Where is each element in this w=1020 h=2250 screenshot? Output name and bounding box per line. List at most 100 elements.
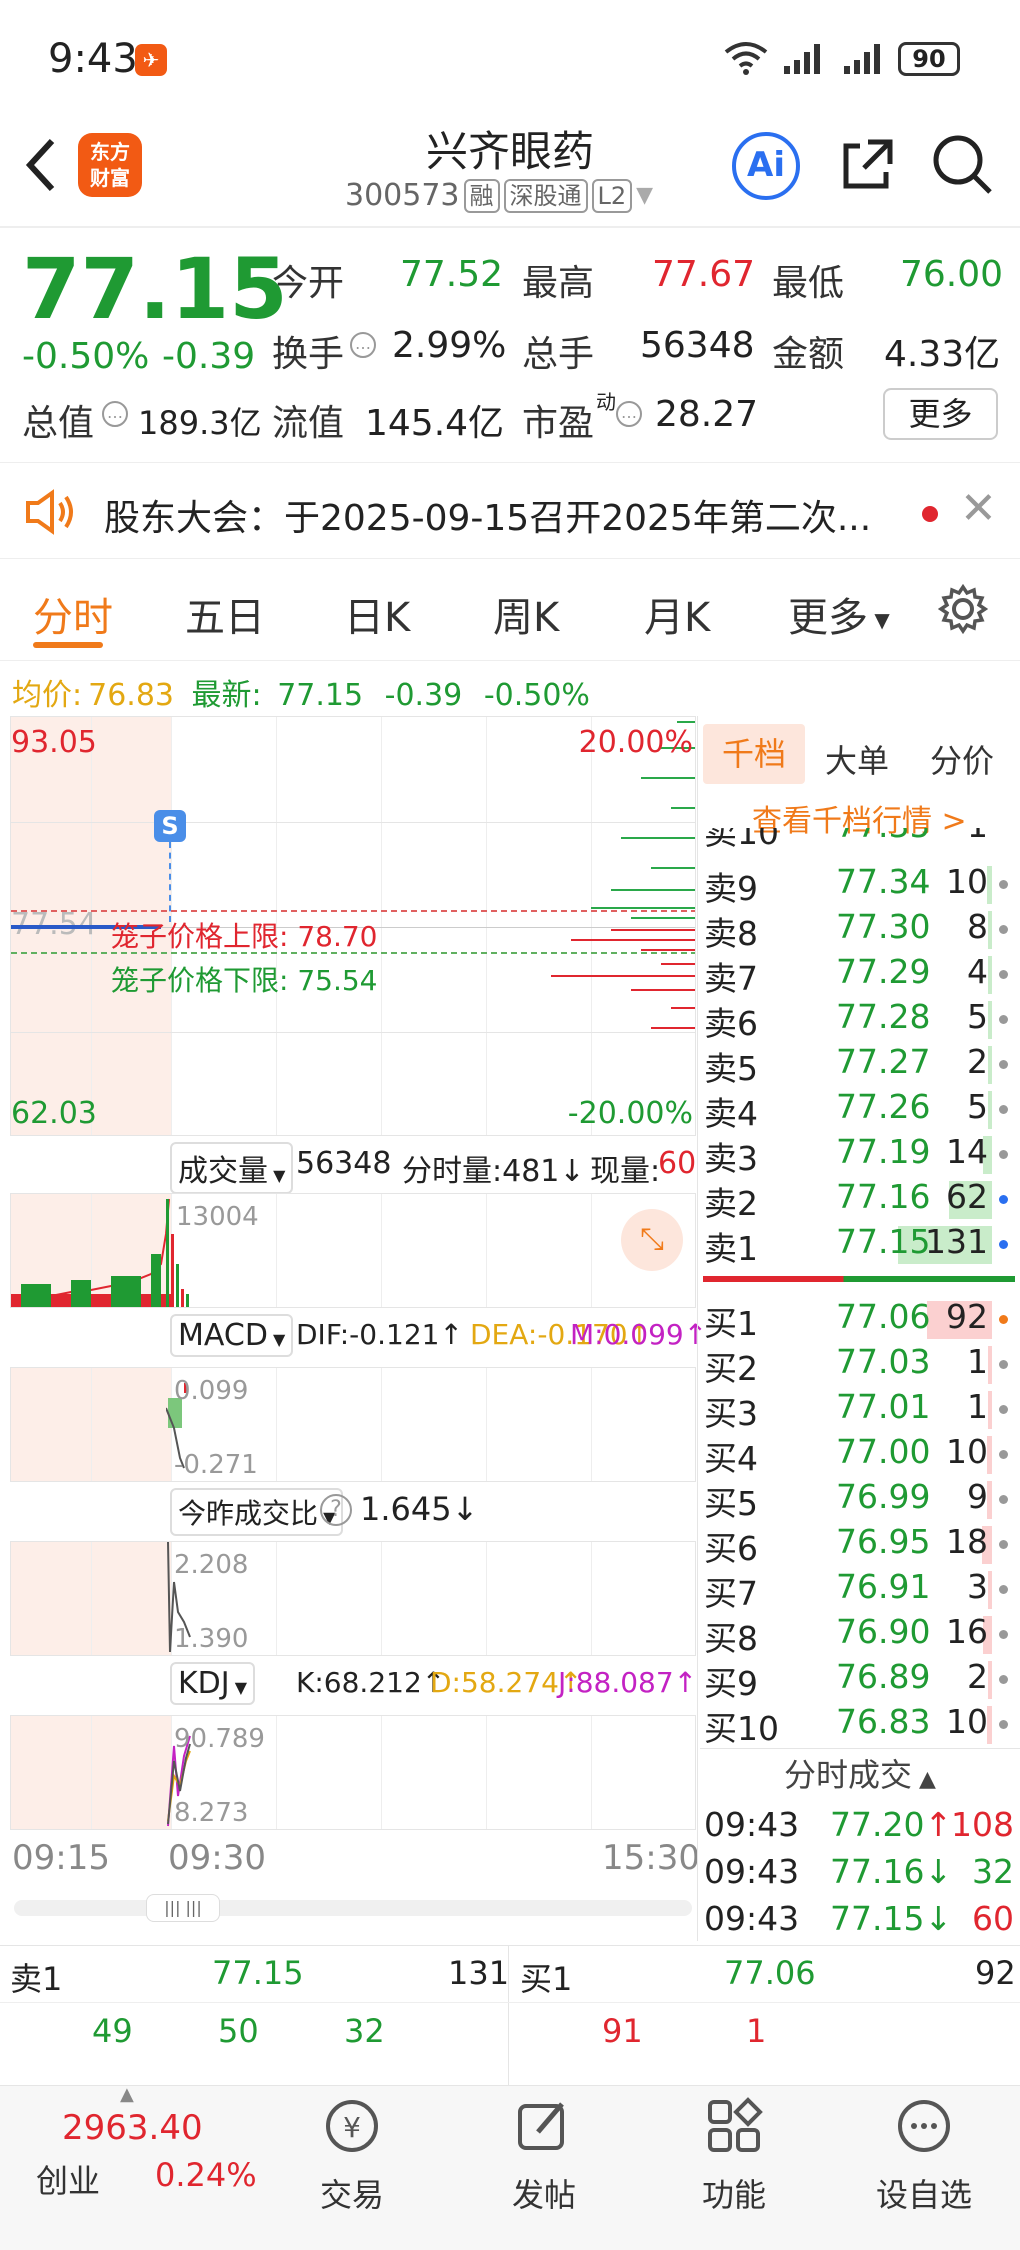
signal-icon	[784, 44, 820, 74]
bid-row[interactable]: 买9 76.89 2	[700, 1657, 1020, 1703]
ask-row[interactable]: 卖7 77.29 4	[700, 952, 1020, 998]
nav-trade[interactable]: ¥ 交易	[292, 2090, 412, 2216]
bid-price: 76.95	[836, 1522, 931, 1561]
kdj-chart[interactable]: 90.789 8.273	[10, 1715, 696, 1830]
s-marker[interactable]: S	[154, 810, 186, 842]
price-chart[interactable]: 93.05 20.00% 62.03 -20.00% 77.54 笼子价格上限:…	[10, 716, 696, 1136]
ask-volume-bar	[988, 911, 992, 949]
bid-dot-icon	[999, 1720, 1008, 1729]
bid-row[interactable]: 买3 77.01 1	[700, 1387, 1020, 1433]
search-icon[interactable]	[930, 132, 994, 196]
queue-sell-order-1: 49	[92, 2012, 133, 2050]
ask-row[interactable]: 卖4 77.26 5	[700, 1087, 1020, 1133]
bid-row[interactable]: 买10 76.83 10	[700, 1702, 1020, 1748]
kdj-panel-header: KDJ ▼ K:68.212↑ D:58.274↑ J:88.087↑	[10, 1658, 697, 1713]
ask-volume: 131	[925, 1222, 988, 1261]
queue-sell-label: 卖1	[10, 1960, 63, 1998]
scrollbar-handle[interactable]: ||| |||	[146, 1894, 220, 1922]
ask-row[interactable]: 卖1 77.15 131	[700, 1222, 1020, 1268]
queue-buy-order-1: 91	[602, 2012, 643, 2050]
chart-scrollbar[interactable]	[14, 1900, 692, 1916]
ask-volume-bar	[988, 956, 992, 994]
dropdown-icon: ▼	[636, 183, 654, 208]
info-icon[interactable]: …	[350, 332, 376, 358]
trade-volume: 108	[951, 1805, 1014, 1844]
close-icon[interactable]: ✕	[960, 483, 997, 534]
ask-price: 77.26	[836, 1087, 931, 1126]
ratio-chart[interactable]: 2.208 1.390	[10, 1541, 696, 1656]
tab-weekly[interactable]: 周K	[493, 585, 559, 643]
ask-row[interactable]: 卖9 77.34 10	[700, 862, 1020, 908]
index-pct[interactable]: 0.24%	[155, 2156, 257, 2194]
bid-row[interactable]: 买8 76.90 16	[700, 1612, 1020, 1658]
info-icon-3[interactable]: …	[616, 401, 642, 427]
nav-post[interactable]: 发帖	[484, 2090, 604, 2216]
orderbook-tab-depth[interactable]: 千档	[703, 724, 805, 784]
time-axis-start: 09:15	[12, 1838, 110, 1878]
queue-sell-price: 77.15	[212, 1954, 304, 1992]
ask-level-label: 卖2	[704, 1184, 758, 1223]
tab-daily[interactable]: 日K	[344, 585, 410, 643]
ask-level-label: 卖1	[704, 1229, 758, 1268]
tab-monthly[interactable]: 月K	[644, 585, 710, 643]
bid-level-label: 买2	[704, 1349, 758, 1388]
latest-chg-pct: -0.50%	[483, 678, 590, 713]
cage-upper-label: 笼子价格上限: 78.70	[111, 920, 378, 953]
bid-dot-icon	[999, 1450, 1008, 1459]
tab-5day[interactable]: 五日	[185, 585, 265, 643]
share-icon[interactable]	[838, 134, 898, 194]
settings-icon[interactable]	[938, 584, 988, 634]
float-label: 流值	[272, 403, 345, 444]
bid-row[interactable]: 买5 76.99 9	[700, 1477, 1020, 1523]
ask-row[interactable]: 卖8 77.30 8	[700, 907, 1020, 953]
macd-selector[interactable]: MACD ▼	[170, 1314, 294, 1357]
tab-intraday[interactable]: 分时	[33, 585, 113, 643]
bid-dot-icon	[999, 1585, 1008, 1594]
orderbook-divider	[697, 716, 698, 1941]
bid-row[interactable]: 买7 76.91 3	[700, 1567, 1020, 1613]
orderbook-tab-big[interactable]: 大单	[825, 736, 889, 782]
trade-volume: 60	[972, 1899, 1014, 1938]
ask-row[interactable]: 卖3 77.19 14	[700, 1132, 1020, 1178]
ai-button[interactable]: Ai	[732, 132, 800, 200]
bid-volume: 18	[946, 1522, 988, 1561]
avg-price: 76.83	[88, 678, 174, 713]
ask-level-label: 卖7	[704, 959, 758, 998]
bid-price: 76.91	[836, 1567, 931, 1606]
ratio-selector[interactable]: 今昨成交比 ▼	[170, 1488, 344, 1536]
stock-code-row[interactable]: 300573 融 深股通 L2 ▼	[345, 178, 653, 213]
orderbook-tab-price[interactable]: 分价	[930, 736, 994, 782]
more-button[interactable]: 更多	[883, 388, 998, 440]
volume-chart[interactable]: 13004 ⤡	[10, 1193, 696, 1308]
notice-bar[interactable]: 股东大会：于2025-09-15召开2025年第二次... ✕	[0, 462, 1020, 559]
nav-watchlist[interactable]: 设自选	[864, 2090, 984, 2216]
volume-selector[interactable]: 成交量 ▼	[170, 1142, 294, 1194]
kdj-lo: 8.273	[174, 1798, 249, 1828]
bid-dot-icon	[999, 1405, 1008, 1414]
time-axis-open: 09:30	[168, 1838, 266, 1878]
ask-volume: 62	[946, 1177, 988, 1216]
kdj-selector[interactable]: KDJ ▼	[170, 1662, 256, 1705]
nav-functions[interactable]: 功能	[674, 2090, 794, 2216]
help-icon[interactable]: ?	[320, 1494, 352, 1526]
ask-row[interactable]: 卖6 77.28 5	[700, 997, 1020, 1043]
trades-header[interactable]: 分时成交 ▲	[700, 1748, 1020, 1798]
ask-row[interactable]: 卖2 77.16 62	[700, 1177, 1020, 1223]
macd-chart[interactable]: 0.099 -0.271	[10, 1367, 696, 1482]
ask-price: 77.28	[836, 997, 931, 1036]
bid-volume-bar	[988, 1661, 992, 1699]
ask-row-partial[interactable]: 卖10 77.35 1	[700, 828, 1020, 850]
bid-row[interactable]: 买1 77.06 92	[700, 1297, 1020, 1343]
info-icon-2[interactable]: …	[102, 401, 128, 427]
ask-row[interactable]: 卖5 77.27 2	[700, 1042, 1020, 1088]
trade-price: 77.15↓	[830, 1899, 953, 1938]
index-value[interactable]: 2963.40	[62, 2108, 203, 2148]
tag-connect: 深股通	[503, 178, 588, 213]
expand-icon[interactable]: ⤡	[621, 1209, 683, 1271]
bid-row[interactable]: 买2 77.03 1	[700, 1342, 1020, 1388]
index-name[interactable]: 创业	[36, 2156, 100, 2202]
bid-row[interactable]: 买4 77.00 10	[700, 1432, 1020, 1478]
tab-more[interactable]: 更多 ▼	[788, 585, 890, 643]
bid-row[interactable]: 买6 76.95 18	[700, 1522, 1020, 1568]
edit-icon	[518, 2102, 564, 2150]
